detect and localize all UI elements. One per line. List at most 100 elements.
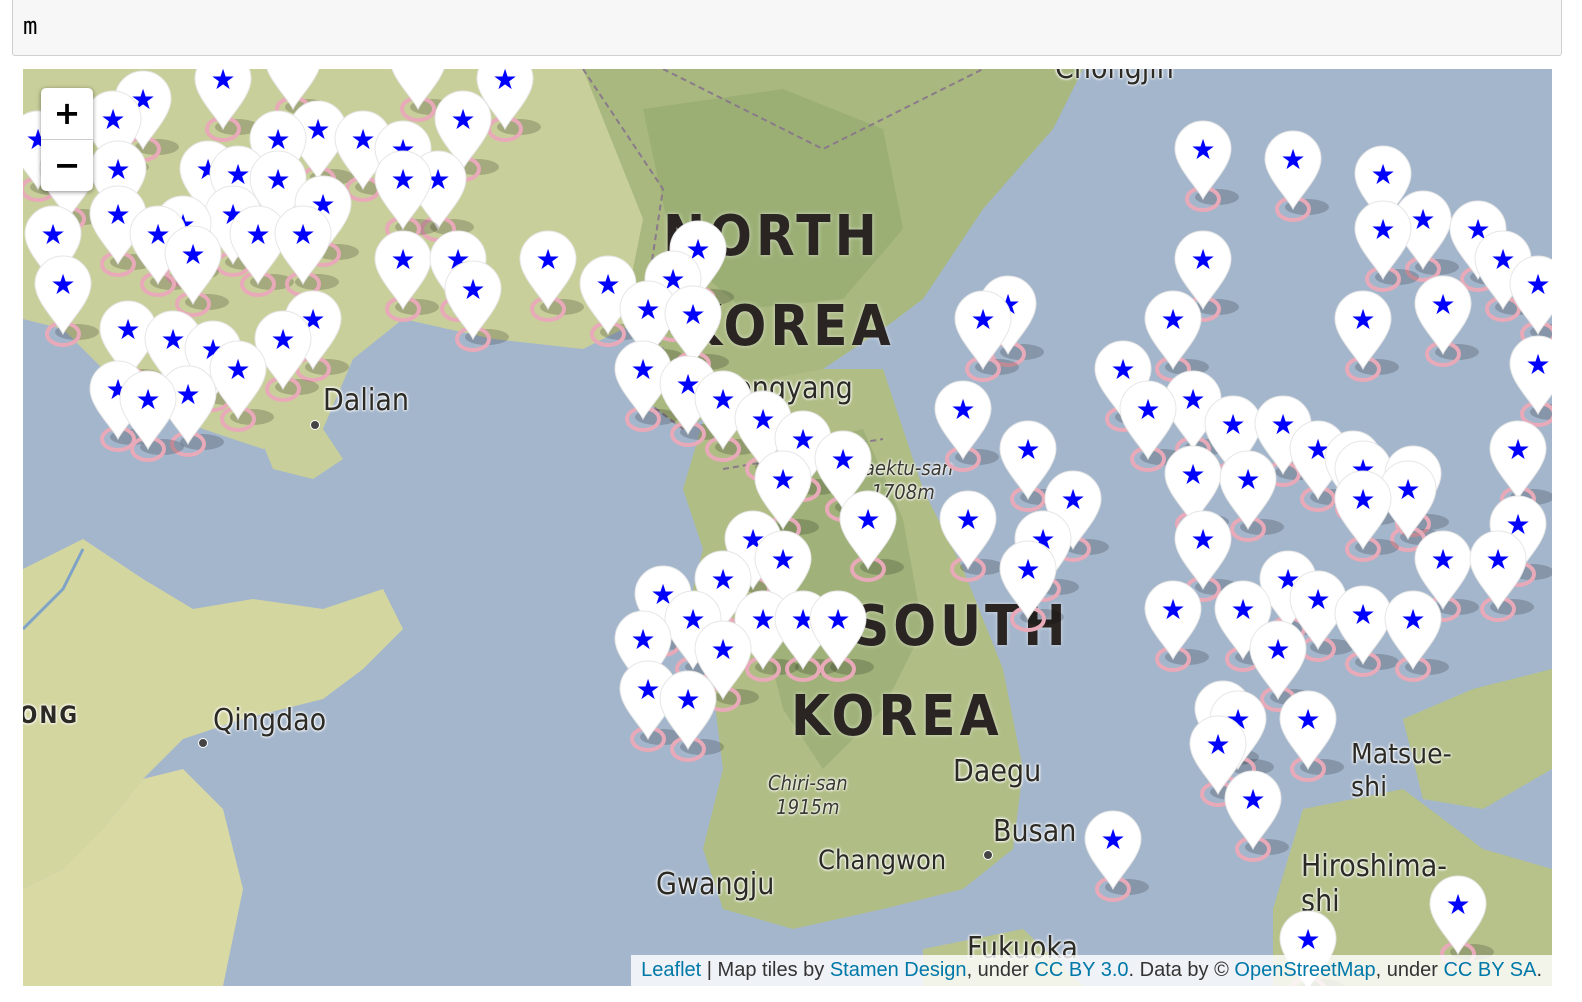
star-icon: ★ [225, 353, 250, 386]
star-icon: ★ [1135, 393, 1160, 426]
star-icon: ★ [180, 238, 205, 271]
star-icon: ★ [105, 153, 130, 186]
star-icon: ★ [770, 543, 795, 576]
map-marker[interactable]: ★ [194, 69, 259, 142]
star-icon: ★ [1205, 728, 1230, 761]
star-icon: ★ [270, 323, 295, 356]
star-icon: ★ [1180, 383, 1205, 416]
map-marker[interactable]: ★ [934, 380, 999, 472]
star-icon: ★ [350, 123, 375, 156]
zoom-out-button[interactable]: − [41, 139, 93, 191]
star-icon: ★ [1160, 303, 1185, 336]
star-icon: ★ [1280, 143, 1305, 176]
star-icon: ★ [492, 69, 517, 96]
star-icon: ★ [1270, 408, 1295, 441]
map-marker[interactable]: ★ [1264, 130, 1329, 222]
star-icon: ★ [105, 198, 130, 231]
map-attribution: Leaflet | Map tiles by Stamen Design, un… [631, 955, 1552, 986]
star-icon: ★ [770, 463, 795, 496]
star-icon: ★ [535, 243, 560, 276]
map-marker[interactable]: ★ [1144, 580, 1209, 672]
star-icon: ★ [1190, 133, 1215, 166]
star-icon: ★ [635, 673, 660, 706]
code-cell-text: m [23, 12, 38, 40]
star-icon: ★ [1190, 523, 1215, 556]
star-icon: ★ [1410, 203, 1435, 236]
attrib-text-5: . [1536, 959, 1542, 981]
star-icon: ★ [405, 69, 430, 76]
star-icon: ★ [1430, 288, 1455, 321]
star-icon: ★ [390, 163, 415, 196]
osm-link[interactable]: OpenStreetMap [1234, 959, 1375, 981]
cc-by-link[interactable]: CC BY 3.0 [1034, 959, 1128, 981]
code-cell-input[interactable]: m [12, 0, 1562, 56]
star-icon: ★ [970, 303, 995, 336]
stamen-link[interactable]: Stamen Design [830, 959, 967, 981]
star-icon: ★ [290, 218, 315, 251]
map-marker[interactable]: ★ [34, 255, 99, 347]
star-icon: ★ [390, 243, 415, 276]
star-icon: ★ [1295, 923, 1320, 956]
star-icon: ★ [955, 503, 980, 536]
star-icon: ★ [950, 393, 975, 426]
star-icon: ★ [680, 298, 705, 331]
star-icon: ★ [460, 273, 485, 306]
star-icon: ★ [1015, 433, 1040, 466]
star-icon: ★ [710, 563, 735, 596]
zoom-in-button[interactable]: + [41, 88, 93, 139]
map-marker[interactable]: ★ [1084, 810, 1149, 902]
star-icon: ★ [1350, 303, 1375, 336]
star-icon: ★ [175, 378, 200, 411]
star-icon: ★ [1370, 213, 1395, 246]
star-icon: ★ [825, 603, 850, 636]
map-marker[interactable]: ★ [1279, 690, 1344, 782]
star-icon: ★ [1060, 483, 1085, 516]
map-marker[interactable]: ★ [1429, 875, 1494, 967]
star-icon: ★ [675, 683, 700, 716]
star-icon: ★ [710, 633, 735, 666]
map-marker[interactable]: ★ [1334, 290, 1399, 382]
star-icon: ★ [115, 313, 140, 346]
map-marker[interactable]: ★ [374, 230, 439, 322]
star-icon: ★ [1350, 598, 1375, 631]
star-icon: ★ [1240, 783, 1265, 816]
star-icon: ★ [40, 218, 65, 251]
star-icon: ★ [630, 353, 655, 386]
map-container[interactable]: NORTH KOREA SOUTH KOREA Dalian Pyongyang… [23, 69, 1552, 986]
star-icon: ★ [1110, 353, 1135, 386]
map-marker[interactable]: ★ [939, 490, 1004, 582]
star-icon: ★ [1230, 593, 1255, 626]
map-marker[interactable]: ★ [1174, 120, 1239, 212]
map-marker[interactable]: ★ [839, 490, 904, 582]
star-icon: ★ [450, 103, 475, 136]
star-icon: ★ [710, 383, 735, 416]
map-marker[interactable]: ★ [519, 230, 584, 322]
star-icon: ★ [100, 103, 125, 136]
star-icon: ★ [1395, 473, 1420, 506]
star-icon: ★ [1525, 268, 1550, 301]
star-icon: ★ [1525, 348, 1550, 381]
attrib-text-2: , under [966, 959, 1035, 981]
cc-by-sa-link[interactable]: CC BY SA [1443, 959, 1536, 981]
star-icon: ★ [1505, 433, 1530, 466]
star-icon: ★ [245, 218, 270, 251]
star-icon: ★ [630, 623, 655, 656]
leaflet-link[interactable]: Leaflet [641, 959, 701, 981]
star-icon: ★ [750, 403, 775, 436]
star-icon: ★ [1265, 633, 1290, 666]
star-icon: ★ [750, 603, 775, 636]
star-icon: ★ [635, 293, 660, 326]
star-icon: ★ [830, 443, 855, 476]
star-icon: ★ [50, 268, 75, 301]
star-icon: ★ [790, 423, 815, 456]
star-icon: ★ [1445, 888, 1470, 921]
star-icon: ★ [1220, 408, 1245, 441]
star-icon: ★ [305, 113, 330, 146]
star-icon: ★ [210, 69, 235, 96]
star-icon: ★ [1350, 483, 1375, 516]
star-icon: ★ [595, 268, 620, 301]
map-marker[interactable]: ★ [444, 260, 509, 352]
map-marker[interactable]: ★ [1509, 255, 1552, 347]
map-marker[interactable]: ★ [1509, 335, 1552, 427]
map-marker[interactable]: ★ [1224, 770, 1289, 862]
